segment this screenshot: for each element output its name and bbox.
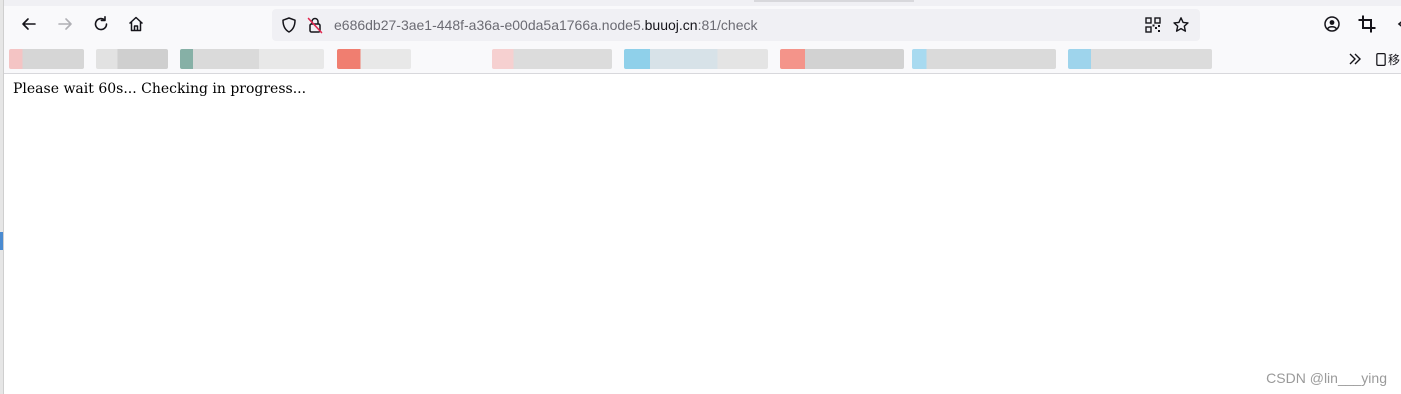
- bookmark-item[interactable]: [9, 49, 84, 69]
- reload-button[interactable]: [88, 11, 114, 37]
- bookmark-item[interactable]: [912, 49, 1056, 69]
- url-prefix: e686db27-3ae1-448f-a36a-e00da5a1766a.nod…: [334, 17, 645, 33]
- extensions-overflow-button[interactable]: [1390, 11, 1401, 37]
- forward-arrow-icon: [58, 18, 72, 30]
- status-message: Please wait 60s... Checking in progress.…: [13, 81, 307, 97]
- navigation-toolbar: e686db27-3ae1-448f-a36a-e00da5a1766a.nod…: [4, 6, 1401, 44]
- mobile-bookmarks-icon: [1376, 52, 1386, 66]
- bookmark-star-icon[interactable]: [1172, 16, 1190, 34]
- home-icon: [128, 16, 144, 32]
- bookmark-item[interactable]: [1068, 49, 1212, 69]
- crop-button[interactable]: [1354, 11, 1380, 37]
- back-button[interactable]: [16, 11, 42, 37]
- mobile-bookmarks-item[interactable]: 移: [1376, 50, 1400, 68]
- crop-icon: [1358, 15, 1376, 33]
- url-suffix: :81/check: [697, 17, 758, 33]
- chevron-left-icon: [1397, 21, 1401, 27]
- csdn-watermark: CSDN @lin___ying: [1266, 370, 1387, 386]
- bookmark-item[interactable]: [180, 49, 324, 69]
- address-bar[interactable]: e686db27-3ae1-448f-a36a-e00da5a1766a.nod…: [272, 9, 1200, 41]
- back-arrow-icon: [22, 18, 36, 30]
- url-text[interactable]: e686db27-3ae1-448f-a36a-e00da5a1766a.nod…: [334, 16, 758, 34]
- tracking-protection-icon[interactable]: [280, 16, 298, 34]
- bookmarks-overflow-button[interactable]: [1342, 46, 1368, 72]
- bookmark-item[interactable]: [624, 49, 768, 69]
- page-content: Please wait 60s... Checking in progress.…: [4, 74, 1401, 394]
- url-domain: buuoj.cn: [644, 17, 698, 33]
- bookmarks-toolbar: 移: [4, 44, 1401, 74]
- account-button[interactable]: [1319, 11, 1345, 37]
- bookmark-item[interactable]: [337, 49, 411, 69]
- reload-icon: [94, 16, 108, 31]
- bookmark-item[interactable]: [492, 49, 612, 69]
- qr-code-icon[interactable]: [1144, 16, 1162, 34]
- bookmark-item[interactable]: [780, 49, 904, 69]
- bookmark-item[interactable]: [96, 49, 168, 69]
- insecure-lock-icon[interactable]: [306, 16, 324, 34]
- account-icon: [1324, 16, 1340, 32]
- forward-button[interactable]: [52, 11, 78, 37]
- chevron-double-right-icon: [1349, 53, 1361, 65]
- home-button[interactable]: [123, 11, 149, 37]
- mobile-bookmarks-label: 移: [1388, 52, 1401, 67]
